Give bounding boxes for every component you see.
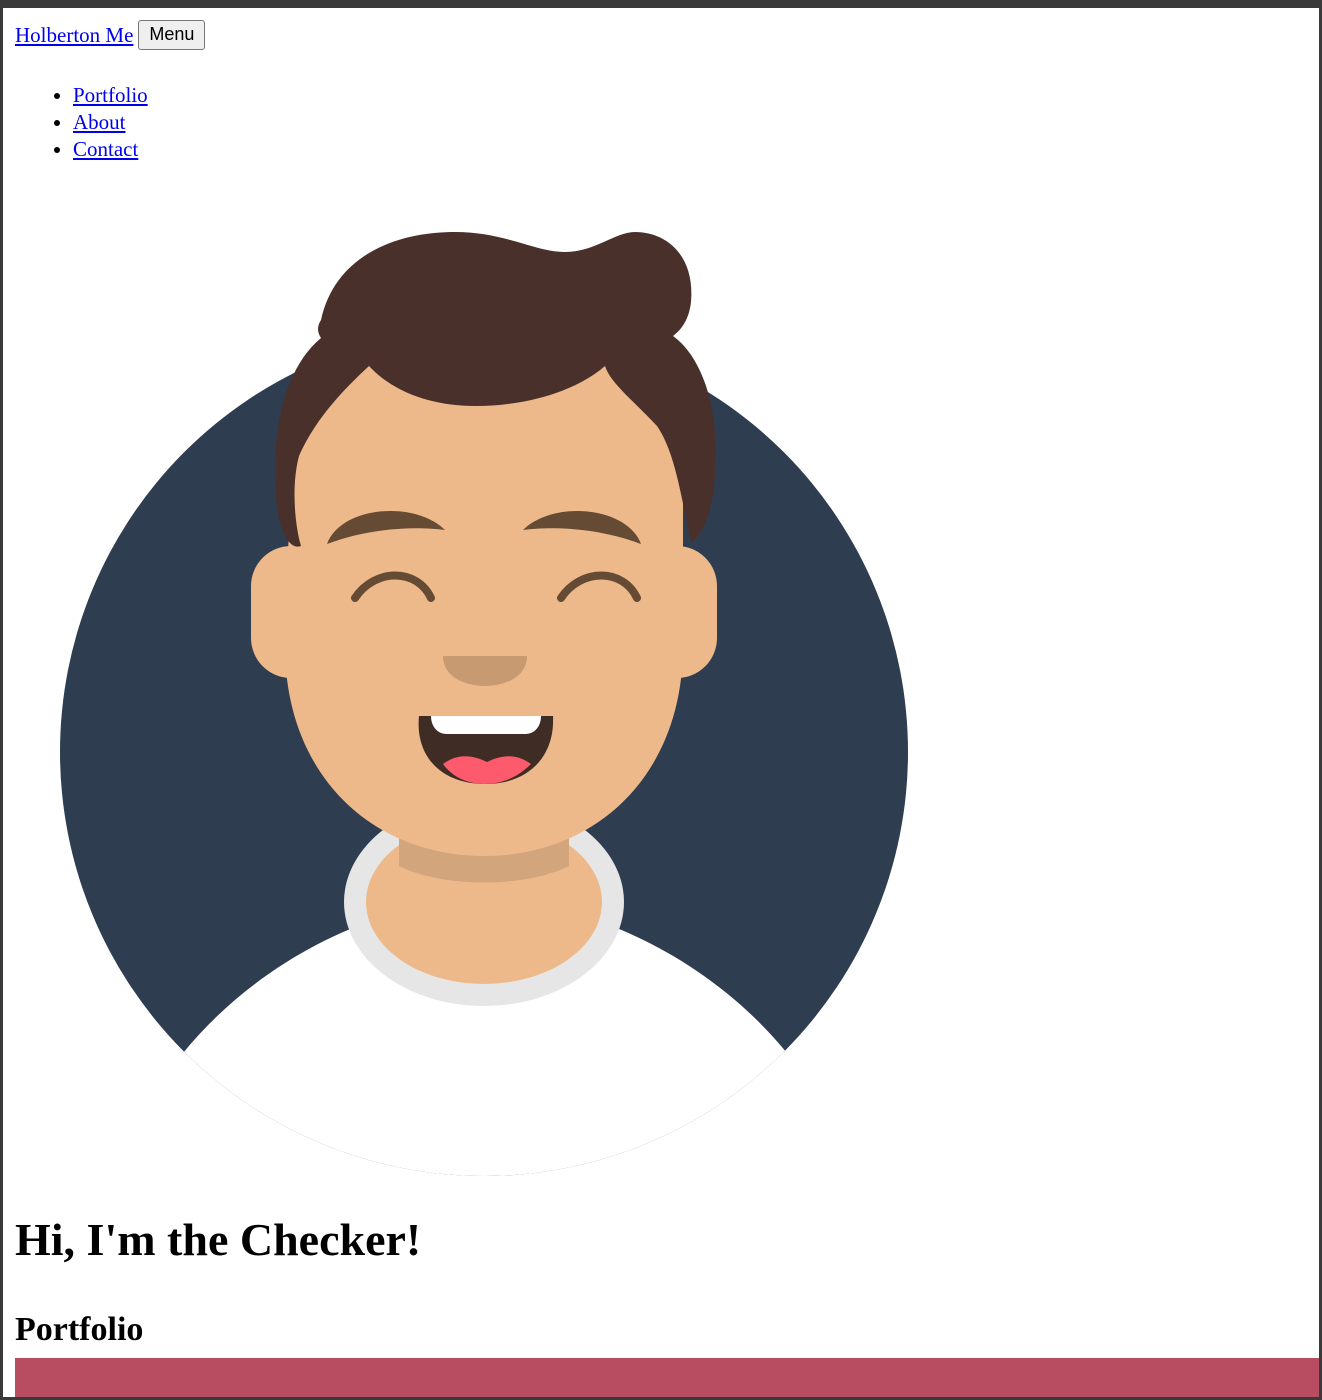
page: Holberton Me Menu Portfolio About Contac… xyxy=(15,20,1319,1348)
nav-item-about: About xyxy=(73,109,148,136)
nav-list: Portfolio About Contact xyxy=(73,82,148,163)
brand-link[interactable]: Holberton Me xyxy=(15,20,133,50)
nav-link-about[interactable]: About xyxy=(73,110,126,134)
portfolio-banner xyxy=(15,1358,1319,1397)
nav-link-contact[interactable]: Contact xyxy=(73,137,138,161)
portfolio-heading: Portfolio xyxy=(15,1311,144,1348)
site-header: Holberton Me Menu xyxy=(15,20,1319,50)
teeth xyxy=(431,716,541,734)
nav-link-portfolio[interactable]: Portfolio xyxy=(73,83,148,107)
browser-viewport: Holberton Me Menu Portfolio About Contac… xyxy=(0,0,1322,1400)
nav-item-portfolio: Portfolio xyxy=(73,82,148,109)
smiling-avatar-icon xyxy=(60,232,908,1176)
hero-title: Hi, I'm the Checker! xyxy=(15,1214,422,1265)
menu-button[interactable]: Menu xyxy=(138,20,206,50)
nav-item-contact: Contact xyxy=(73,136,148,163)
